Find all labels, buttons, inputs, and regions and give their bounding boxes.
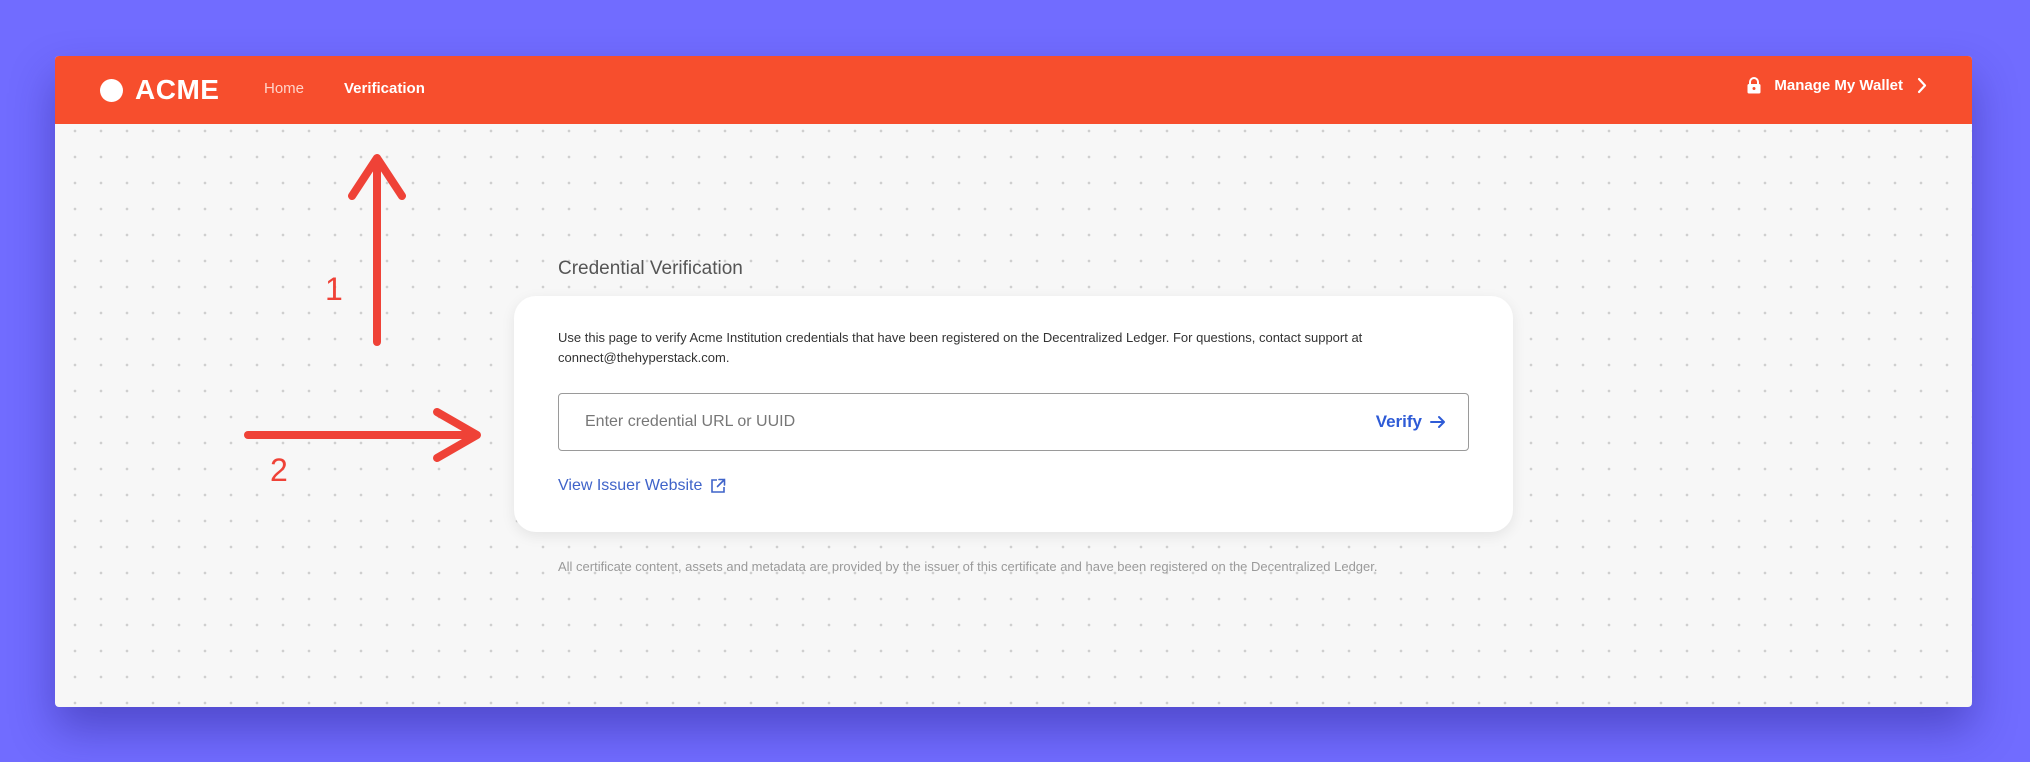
arrow-right-icon (1430, 416, 1445, 428)
verify-label: Verify (1375, 412, 1422, 431)
view-issuer-website-link[interactable]: View Issuer Website (558, 477, 726, 495)
logo-circle-icon (100, 78, 123, 102)
nav-link-home[interactable]: Home (264, 79, 304, 99)
credential-input[interactable] (559, 394, 1319, 450)
chevron-right-icon (1917, 77, 1927, 94)
issuer-link-label: View Issuer Website (558, 477, 703, 494)
brand-logo[interactable]: ACME (100, 75, 219, 105)
brand-name: ACME (135, 74, 220, 105)
verify-button[interactable]: Verify (1376, 412, 1446, 432)
manage-wallet-button[interactable]: Manage My Wallet (1747, 77, 1927, 94)
lock-icon (1747, 77, 1761, 94)
footer-disclaimer: All certificate content, assets and meta… (558, 559, 1378, 574)
app-window: ACME Home Verification Manage My Wallet … (55, 56, 1972, 707)
page-title: Credential Verification (558, 258, 743, 279)
annotation-label-1: 1 (325, 271, 343, 307)
annotation-label-2: 2 (270, 452, 288, 488)
credential-input-group: Verify (558, 393, 1469, 451)
card-description: Use this page to verify Acme Institution… (558, 330, 1363, 365)
nav-link-verification[interactable]: Verification (344, 79, 425, 99)
verification-card: Use this page to verify Acme Institution… (514, 296, 1513, 532)
external-link-icon (711, 478, 726, 493)
top-navbar: ACME Home Verification Manage My Wallet (55, 56, 1972, 124)
manage-wallet-label: Manage My Wallet (1774, 77, 1903, 94)
